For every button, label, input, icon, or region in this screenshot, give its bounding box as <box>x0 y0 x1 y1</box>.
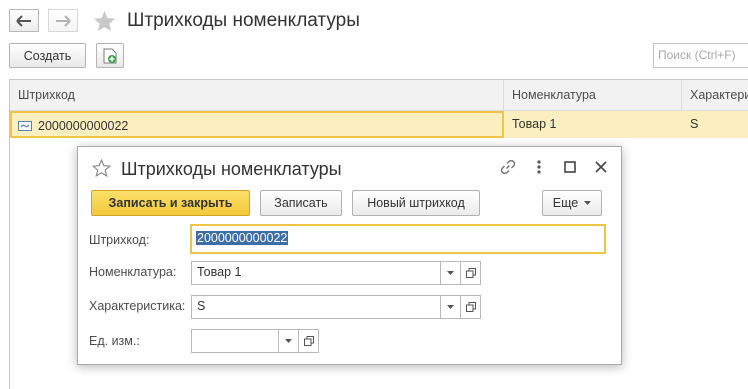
open-window-icon <box>465 268 476 278</box>
close-icon[interactable] <box>592 158 610 176</box>
page-title: Штрихкоды номенклатуры <box>127 10 360 31</box>
new-barcode-button[interactable]: Новый штрихкод <box>352 190 480 216</box>
dialog-title: Штрихкоды номенклатуры <box>121 159 342 179</box>
characteristic-open-button[interactable] <box>461 295 481 319</box>
search-input[interactable]: Поиск (Ctrl+F) <box>653 43 748 68</box>
column-header-item[interactable]: Номенклатура <box>504 80 682 111</box>
chevron-down-icon <box>447 271 454 275</box>
favorite-star-icon[interactable] <box>92 159 111 177</box>
barcode-record-icon <box>18 121 32 131</box>
item-dropdown-button[interactable] <box>441 261 461 285</box>
more-button[interactable]: Еще <box>542 190 602 216</box>
unit-input[interactable] <box>191 329 279 353</box>
create-copy-button[interactable] <box>96 43 124 68</box>
table-row[interactable]: 2000000000022 Товар 1 S <box>10 111 748 138</box>
forward-button[interactable] <box>48 9 78 32</box>
arrow-left-icon <box>16 14 31 27</box>
item-open-button[interactable] <box>461 261 481 285</box>
item-input[interactable]: Товар 1 <box>191 261 441 285</box>
chevron-down-icon <box>285 339 292 343</box>
cell-barcode-value: 2000000000022 <box>38 119 129 133</box>
maximize-icon[interactable] <box>561 158 579 176</box>
cell-barcode[interactable]: 2000000000022 <box>10 111 504 138</box>
unit-open-button[interactable] <box>299 329 319 353</box>
list-header: Штрихкод Номенклатура Характеристика <box>10 80 748 111</box>
create-button-label: Создать <box>23 48 72 63</box>
cell-characteristic[interactable]: S <box>682 111 748 138</box>
more-vertical-icon[interactable] <box>530 158 548 176</box>
link-icon[interactable] <box>499 158 517 176</box>
barcode-input[interactable]: 2000000000022 <box>190 224 606 254</box>
unit-label: Ед. изм.: <box>89 334 140 348</box>
item-label: Номенклатура: <box>89 265 177 279</box>
back-button[interactable] <box>9 9 39 32</box>
create-button[interactable]: Создать <box>9 43 86 68</box>
new-barcode-label: Новый штрихкод <box>367 196 465 210</box>
save-button[interactable]: Записать <box>260 190 342 216</box>
column-header-characteristic[interactable]: Характеристика <box>682 80 748 111</box>
chevron-down-icon <box>447 305 454 309</box>
document-add-icon <box>103 48 117 63</box>
chevron-down-icon <box>584 201 592 205</box>
favorite-star-icon[interactable] <box>93 10 116 32</box>
more-label: Еще <box>552 196 579 210</box>
unit-dropdown-button[interactable] <box>279 329 299 353</box>
barcode-form-dialog: Штрихкоды номенклатуры Записать и закрыт… <box>77 146 622 365</box>
save-and-close-button[interactable]: Записать и закрыть <box>91 190 250 216</box>
open-window-icon <box>303 336 314 346</box>
open-window-icon <box>465 302 476 312</box>
arrow-right-icon <box>56 14 71 27</box>
barcode-label: Штрихкод: <box>89 233 150 247</box>
barcode-input-value: 2000000000022 <box>196 231 289 245</box>
characteristic-input[interactable]: S <box>191 295 441 319</box>
save-and-close-label: Записать и закрыть <box>108 196 233 210</box>
characteristic-dropdown-button[interactable] <box>441 295 461 319</box>
cell-item[interactable]: Товар 1 <box>504 111 682 138</box>
column-header-barcode[interactable]: Штрихкод <box>10 80 504 111</box>
characteristic-label: Характеристика: <box>89 299 186 313</box>
save-label: Записать <box>274 196 328 210</box>
